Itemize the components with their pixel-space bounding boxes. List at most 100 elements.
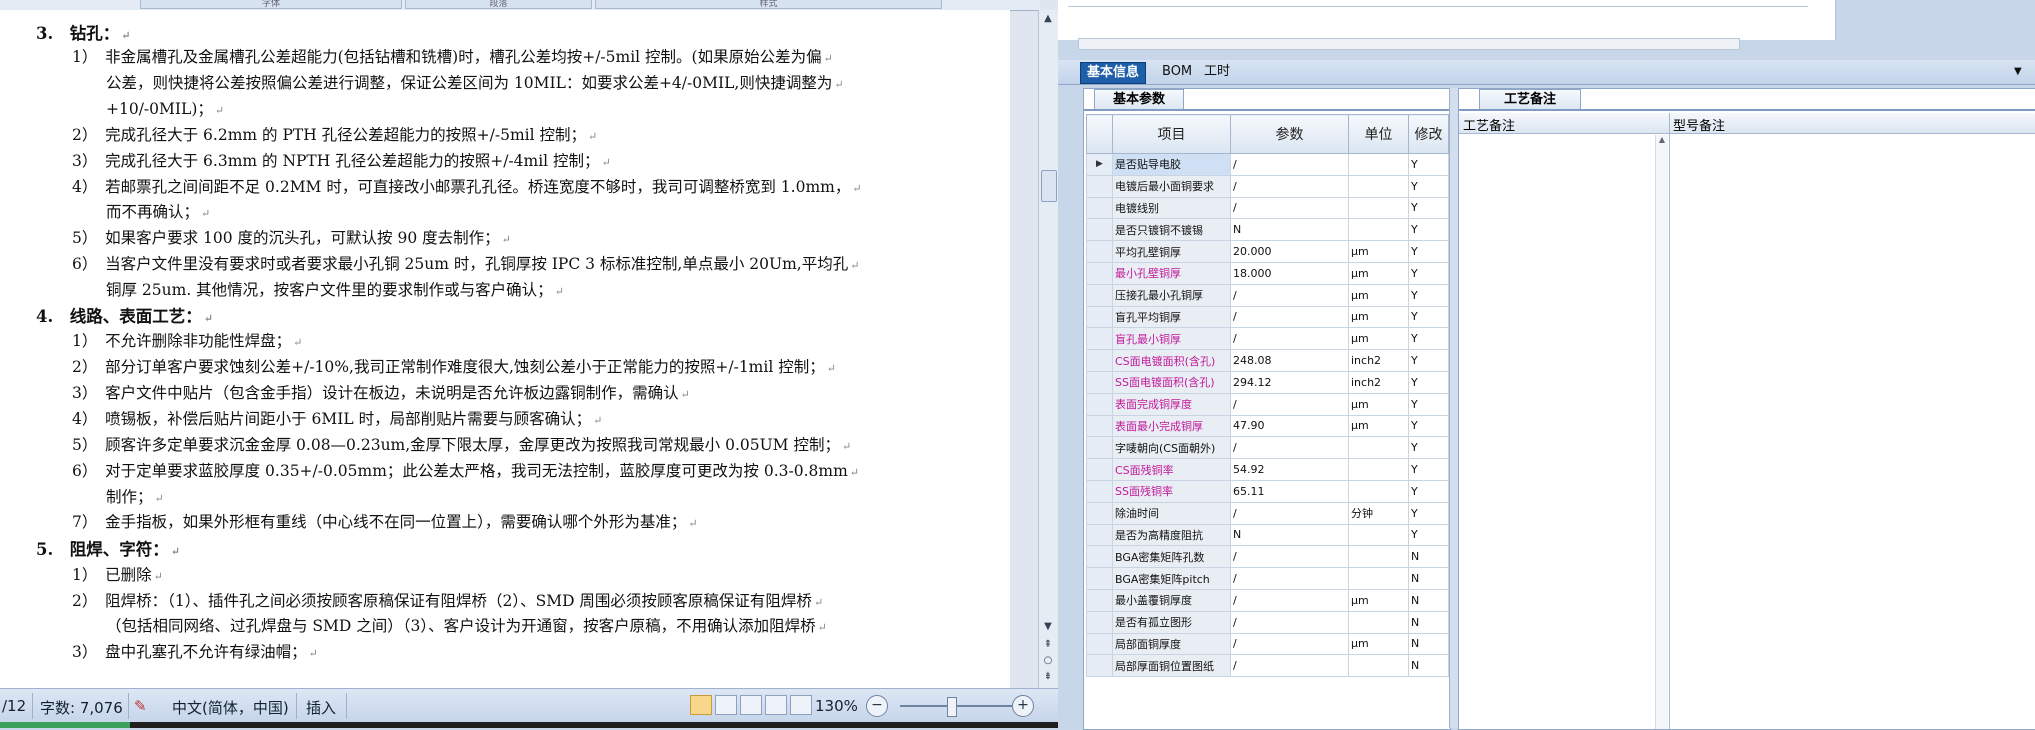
cell-param[interactable]: / [1230, 392, 1349, 416]
cell-item[interactable]: SS面电镀面积(含孔) [1112, 370, 1231, 394]
table-row[interactable]: 局部面铜厚度 / μm N [1086, 632, 1449, 656]
horizontal-scrollbar[interactable] [1078, 38, 1740, 50]
table-row[interactable]: 最小盖覆铜厚度 / μm N [1086, 588, 1449, 612]
cell-item[interactable]: SS面残铜率 [1112, 479, 1231, 503]
cell-param[interactable]: / [1230, 545, 1349, 569]
cell-item[interactable]: 表面完成铜厚度 [1112, 392, 1231, 416]
cell-modify[interactable]: N [1408, 588, 1449, 612]
cell-param[interactable]: 20.000 [1230, 240, 1349, 263]
table-row[interactable]: BGA密集矩阵孔数 / N [1086, 545, 1449, 569]
cell-modify[interactable]: Y [1408, 458, 1449, 481]
prev-page-icon[interactable]: ⇞ [1041, 638, 1055, 652]
cell-item[interactable]: 是否为高精度阻抗 [1112, 523, 1231, 547]
cell-modify[interactable]: N [1408, 567, 1449, 590]
cell-param[interactable]: 294.12 [1230, 370, 1349, 394]
table-row[interactable]: 最小孔壁铜厚 18.000 μm Y [1086, 261, 1449, 285]
tab-basic-params[interactable]: 基本参数 [1094, 89, 1184, 110]
cell-modify[interactable]: Y [1408, 240, 1449, 263]
cell-item[interactable]: 盲孔最小铜厚 [1112, 327, 1231, 351]
tab-basic-info[interactable]: 基本信息 [1080, 62, 1147, 84]
table-row[interactable]: 是否只镀铜不镀锡 N Y [1086, 218, 1449, 242]
cell-modify[interactable]: N [1408, 632, 1449, 656]
web-layout-view-icon[interactable] [740, 695, 762, 715]
cell-param[interactable]: 248.08 [1230, 349, 1349, 372]
cell-unit[interactable]: μm [1348, 327, 1409, 351]
cell-modify[interactable]: Y [1408, 523, 1449, 547]
proofing-icon[interactable]: ✎ [134, 697, 147, 715]
tab-work-hours[interactable]: 工时 [1198, 62, 1236, 82]
cell-unit[interactable] [1348, 545, 1409, 569]
column-header-item[interactable]: 项目 [1112, 114, 1231, 154]
cell-item[interactable]: 最小盖覆铜厚度 [1112, 588, 1231, 612]
document-page[interactable]: 3. 钻孔： ↵ 1） 非金属槽孔及金属槽孔公差超能力(包括钻槽和铣槽)时，槽孔公差… [0, 10, 1010, 688]
select-browse-icon[interactable]: ○ [1041, 654, 1055, 668]
table-row[interactable]: CS面电镀面积(含孔) 248.08 inch2 Y [1086, 349, 1449, 372]
cell-unit[interactable] [1348, 567, 1409, 590]
language-indicator[interactable]: 中文(简体，中国) [172, 697, 289, 718]
cell-modify[interactable]: N [1408, 610, 1449, 634]
remarks-scrollbar[interactable]: ▲ [1655, 135, 1668, 729]
cell-item[interactable]: 是否只镀铜不镀锡 [1112, 218, 1231, 242]
cell-param[interactable]: / [1230, 436, 1349, 460]
cell-item[interactable]: 局部厚面铜位置图纸 [1112, 654, 1231, 678]
cell-modify[interactable]: Y [1408, 305, 1449, 329]
table-row[interactable]: SS面电镀面积(含孔) 294.12 inch2 Y [1086, 370, 1449, 394]
cell-param[interactable]: N [1230, 523, 1349, 547]
table-row[interactable]: 是否为高精度阻抗 N Y [1086, 523, 1449, 547]
cell-unit[interactable] [1348, 436, 1409, 460]
scroll-thumb[interactable] [1041, 170, 1057, 202]
cell-item[interactable]: 盲孔平均铜厚 [1112, 305, 1231, 329]
cell-unit[interactable] [1348, 479, 1409, 503]
cell-unit[interactable]: μm [1348, 240, 1409, 263]
cell-param[interactable]: / [1230, 610, 1349, 634]
cell-modify[interactable]: Y [1408, 218, 1449, 242]
table-row[interactable]: BGA密集矩阵pitch / N [1086, 567, 1449, 590]
cell-unit[interactable] [1348, 196, 1409, 220]
cell-item[interactable]: 是否贴导电胶 [1112, 153, 1231, 176]
cell-item[interactable]: 最小孔壁铜厚 [1112, 261, 1231, 285]
insert-mode[interactable]: 插入 [306, 697, 336, 718]
column-header-unit[interactable]: 单位 [1348, 114, 1409, 154]
cell-item[interactable]: 除油时间 [1112, 501, 1231, 525]
table-row[interactable]: 压接孔最小孔铜厚 / μm Y [1086, 283, 1449, 307]
cell-param[interactable]: / [1230, 305, 1349, 329]
cell-unit[interactable]: μm [1348, 632, 1409, 656]
cell-modify[interactable]: Y [1408, 196, 1449, 220]
zoom-level[interactable]: 130% [815, 697, 858, 715]
cell-param[interactable]: / [1230, 567, 1349, 590]
column-header-param[interactable]: 参数 [1230, 114, 1349, 154]
cell-item[interactable]: BGA密集矩阵孔数 [1112, 545, 1231, 569]
cell-item[interactable]: CS面残铜率 [1112, 458, 1231, 481]
cell-item[interactable]: 是否有孤立图形 [1112, 610, 1231, 634]
cell-modify[interactable]: N [1408, 545, 1449, 569]
cell-unit[interactable] [1348, 610, 1409, 634]
cell-modify[interactable]: Y [1408, 501, 1449, 525]
cell-param[interactable]: 18.000 [1230, 261, 1349, 285]
cell-modify[interactable]: Y [1408, 392, 1449, 416]
table-row[interactable]: CS面残铜率 54.92 Y [1086, 458, 1449, 481]
column-header-modify[interactable]: 修改 [1408, 114, 1449, 154]
draft-view-icon[interactable] [790, 695, 812, 715]
table-row[interactable]: 局部厚面铜位置图纸 / N [1086, 654, 1449, 678]
cell-unit[interactable] [1348, 218, 1409, 242]
cell-item[interactable]: 字唛朝向(CS面朝外) [1112, 436, 1231, 460]
cell-unit[interactable]: μm [1348, 414, 1409, 438]
table-row[interactable]: 电镀后最小面铜要求 / Y [1086, 174, 1449, 198]
cell-modify[interactable]: Y [1408, 370, 1449, 394]
cell-modify[interactable]: Y [1408, 436, 1449, 460]
cell-unit[interactable]: μm [1348, 392, 1409, 416]
cell-unit[interactable]: μm [1348, 283, 1409, 307]
cell-param[interactable]: / [1230, 588, 1349, 612]
cell-modify[interactable]: N [1408, 654, 1449, 678]
table-row[interactable]: SS面残铜率 65.11 Y [1086, 479, 1449, 503]
cell-modify[interactable]: Y [1408, 153, 1449, 176]
full-screen-view-icon[interactable] [715, 695, 737, 715]
cell-param[interactable]: 65.11 [1230, 479, 1349, 503]
page-count[interactable]: /12 [2, 697, 26, 715]
cell-item[interactable]: 局部面铜厚度 [1112, 632, 1231, 656]
cell-item[interactable]: BGA密集矩阵pitch [1112, 567, 1231, 590]
cell-param[interactable]: N [1230, 218, 1349, 242]
table-row[interactable]: 字唛朝向(CS面朝外) / Y [1086, 436, 1449, 460]
table-row[interactable]: 平均孔壁铜厚 20.000 μm Y [1086, 240, 1449, 263]
cell-item[interactable]: 电镀后最小面铜要求 [1112, 174, 1231, 198]
